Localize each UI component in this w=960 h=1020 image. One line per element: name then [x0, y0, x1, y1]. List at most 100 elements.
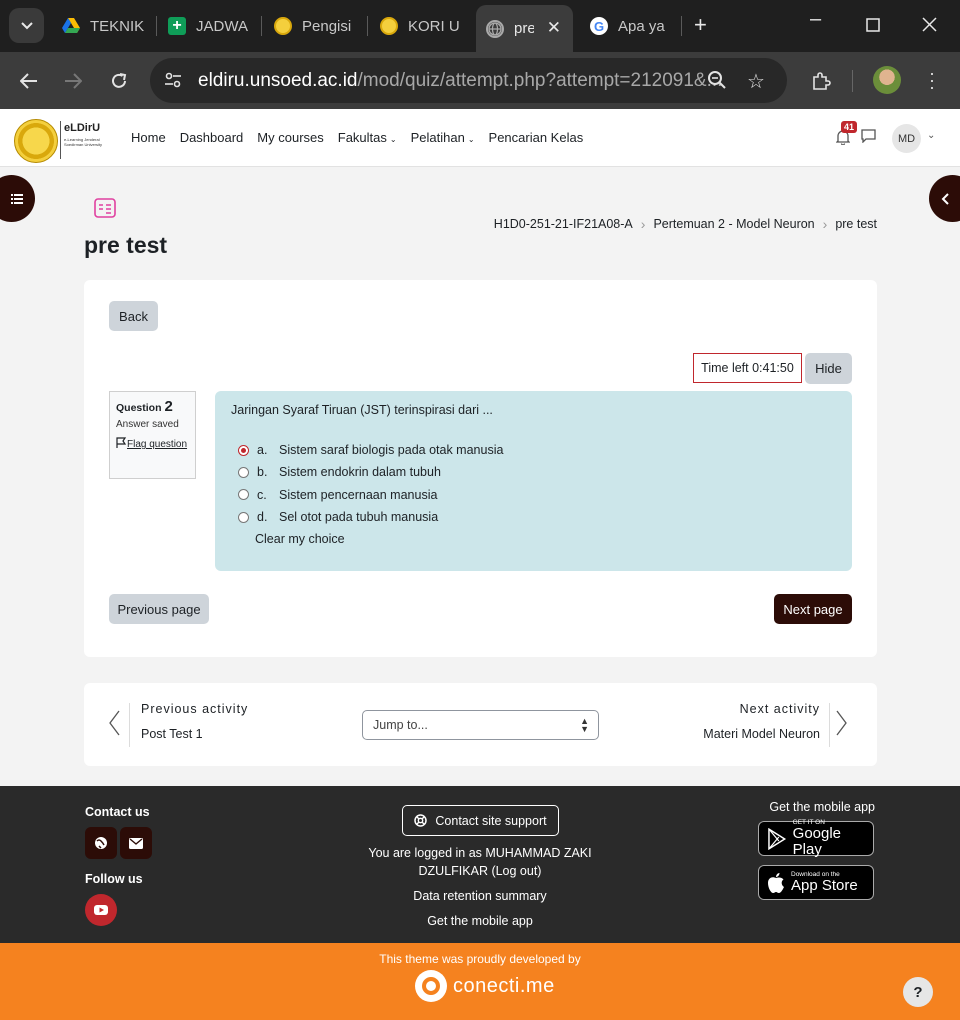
- nav-pelatihan[interactable]: Pelatihan ⌄: [411, 130, 475, 145]
- profile-avatar[interactable]: [873, 66, 901, 94]
- envelope-icon: [129, 837, 143, 849]
- clear-choice-link[interactable]: Clear my choice: [255, 532, 836, 546]
- browser-menu-icon[interactable]: · · ·: [929, 64, 935, 96]
- youtube-link[interactable]: [85, 894, 117, 926]
- site-logo-text[interactable]: eLDirU e-Learning Jenderal Soedirman Uni…: [64, 122, 110, 147]
- logged-in-line-2[interactable]: DZULFIKAR (Log out): [360, 862, 600, 880]
- nav-home[interactable]: Home: [131, 130, 166, 145]
- tab-title: Apa ya: [618, 17, 665, 35]
- back-button[interactable]: Back: [109, 301, 158, 331]
- website-link[interactable]: [85, 827, 117, 859]
- course-index-toggle[interactable]: [0, 175, 35, 222]
- answer-option[interactable]: d. Sel otot pada tubuh manusia: [231, 506, 836, 528]
- answer-text: Sel otot pada tubuh manusia: [279, 510, 439, 525]
- divider: [829, 703, 830, 747]
- browser-tab[interactable]: Pengisi: [264, 7, 364, 45]
- answer-letter: c.: [257, 487, 267, 502]
- question-text: Jaringan Syaraf Tiruan (JST) terinspiras…: [231, 403, 493, 417]
- contact-site-support-button[interactable]: Contact site support: [402, 805, 559, 836]
- url-text: eldiru.unsoed.ac.id/mod/quiz/attempt.php…: [198, 70, 722, 92]
- window-close-icon[interactable]: [922, 17, 937, 35]
- flag-question-link[interactable]: Flag question: [116, 437, 189, 452]
- jump-to-select[interactable]: Jump to... ▲ ▼: [362, 710, 599, 740]
- maximize-icon[interactable]: [866, 18, 880, 35]
- contact-us-heading: Contact us: [85, 805, 150, 819]
- answer-radio[interactable]: [238, 511, 249, 523]
- breadcrumb-course[interactable]: H1D0-251-21-IF21A08-A: [494, 217, 633, 231]
- site-settings-icon[interactable]: [164, 71, 182, 92]
- nav-my-courses[interactable]: My courses: [257, 130, 323, 145]
- answer-option[interactable]: a. Sistem saraf biologis pada otak manus…: [231, 439, 836, 461]
- list-icon: [10, 193, 23, 204]
- back-arrow-icon[interactable]: [16, 68, 42, 94]
- app-store-badge[interactable]: Download on the App Store: [758, 865, 874, 900]
- answer-radio[interactable]: [238, 466, 249, 478]
- university-logo[interactable]: [14, 119, 58, 163]
- contact-site-support-label: Contact site support: [435, 813, 547, 828]
- nav-fakultas[interactable]: Fakultas ⌄: [338, 130, 397, 145]
- reload-icon[interactable]: [106, 68, 132, 94]
- tab-separator: [681, 16, 682, 36]
- next-page-button[interactable]: Next page: [774, 594, 852, 624]
- previous-activity-link[interactable]: Post Test 1: [141, 727, 203, 741]
- answer-list: a. Sistem saraf biologis pada otak manus…: [231, 439, 836, 528]
- data-retention-link[interactable]: Data retention summary: [360, 887, 600, 905]
- extensions-icon[interactable]: [808, 68, 834, 94]
- previous-page-button[interactable]: Previous page: [109, 594, 209, 624]
- activity-navigation: Previous activity Post Test 1 Jump to...…: [84, 683, 877, 766]
- forward-arrow-icon[interactable]: [60, 68, 86, 94]
- chevron-left-icon[interactable]: [108, 710, 120, 739]
- conectime-logo[interactable]: conecti.me: [415, 970, 555, 1002]
- browser-tab[interactable]: + JADWA: [158, 7, 258, 45]
- answer-radio-selected[interactable]: [238, 444, 249, 456]
- logo-subtitle: e-Learning Jenderal Soedirman University: [64, 137, 103, 147]
- chevron-down-icon[interactable]: ⌄: [927, 130, 935, 141]
- close-icon[interactable]: ✕: [547, 18, 561, 38]
- previous-activity-label: Previous activity: [141, 702, 249, 716]
- get-mobile-app-link[interactable]: Get the mobile app: [360, 912, 600, 930]
- conectime-logo-text: conecti.me: [453, 974, 555, 997]
- answer-radio[interactable]: [238, 489, 249, 501]
- google-play-badge[interactable]: GET IT ON Google Play: [758, 819, 874, 858]
- site-footer: Contact us Follow us Contact site suppor…: [0, 786, 960, 943]
- nav-dashboard[interactable]: Dashboard: [180, 130, 244, 145]
- minimize-icon[interactable]: –: [810, 8, 821, 31]
- breadcrumb-section[interactable]: Pertemuan 2 - Model Neuron: [653, 217, 814, 231]
- mobile-app-heading: Get the mobile app: [769, 800, 875, 814]
- web-page: eLDirU e-Learning Jenderal Soedirman Uni…: [0, 109, 960, 1020]
- hide-timer-button[interactable]: Hide: [805, 353, 852, 384]
- question-label: Question: [116, 402, 162, 414]
- chevron-right-icon: ›: [822, 216, 828, 232]
- chevron-right-icon[interactable]: [836, 710, 848, 739]
- next-activity-link[interactable]: Materi Model Neuron: [703, 727, 820, 741]
- tab-search-button[interactable]: [9, 8, 44, 43]
- question-number-value: 2: [164, 398, 173, 415]
- google-sheets-icon: +: [168, 17, 186, 35]
- breadcrumb-current[interactable]: pre test: [835, 217, 877, 231]
- tab-separator: [367, 16, 368, 36]
- help-button[interactable]: ?: [903, 977, 933, 1007]
- answer-text: Sistem saraf biologis pada otak manusia: [279, 443, 504, 458]
- theme-credit-bar: This theme was proudly developed by cone…: [0, 943, 960, 1020]
- browser-tab[interactable]: TEKNIK: [52, 7, 154, 45]
- browser-tab-active[interactable]: pre ✕: [476, 5, 573, 52]
- quiz-timer: Time left 0:41:50: [693, 353, 802, 383]
- answer-option[interactable]: c. Sistem pencernaan manusia: [231, 484, 836, 506]
- messages-icon[interactable]: [861, 129, 876, 146]
- new-tab-icon[interactable]: +: [694, 12, 707, 38]
- email-link[interactable]: [120, 827, 152, 859]
- block-drawer-toggle[interactable]: [929, 175, 960, 222]
- nav-pencarian-kelas[interactable]: Pencarian Kelas: [489, 130, 584, 145]
- browser-tab[interactable]: KORI U: [370, 7, 470, 45]
- tab-separator: [261, 16, 262, 36]
- address-bar[interactable]: eldiru.unsoed.ac.id/mod/quiz/attempt.php…: [150, 58, 787, 103]
- user-avatar[interactable]: MD: [892, 124, 921, 153]
- tab-title: KORI U: [408, 17, 460, 35]
- answer-option[interactable]: b. Sistem endokrin dalam tubuh: [231, 461, 836, 483]
- browser-tab[interactable]: G Apa ya: [580, 7, 680, 45]
- bookmark-star-icon[interactable]: ☆: [747, 69, 765, 94]
- lifebuoy-icon: [414, 814, 428, 827]
- chevron-down-icon: ⌄: [389, 135, 397, 144]
- zoom-icon[interactable]: [707, 70, 727, 93]
- nav-fakultas-label: Fakultas: [337, 130, 387, 145]
